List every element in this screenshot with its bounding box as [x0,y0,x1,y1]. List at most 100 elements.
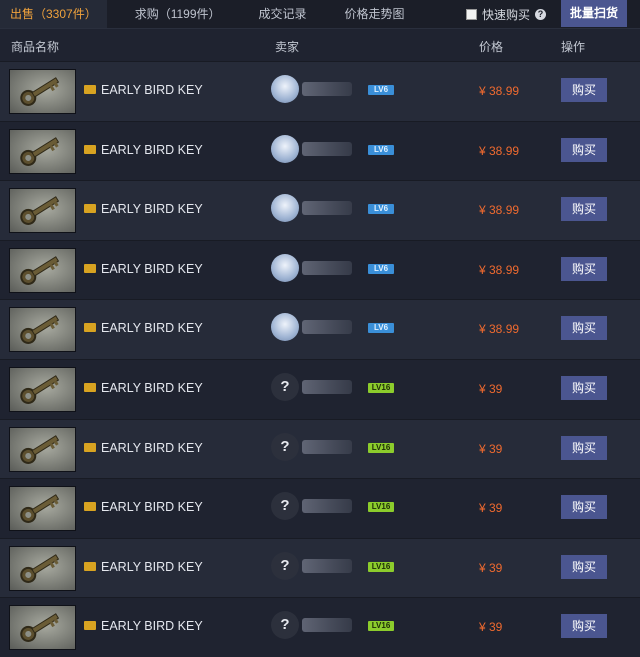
rarity-tag-icon [84,561,96,571]
tab-trade-history[interactable]: 成交记录 [249,0,317,28]
buy-button[interactable]: 购买 [561,375,607,400]
table-row: EARLY BIRD KEY LV6 ¥ 38.99 购买 [0,120,640,181]
bulk-buy-button[interactable]: 批量扫货 [561,0,627,27]
item-price: ¥ 39 [479,441,503,456]
seller-name-blurred [302,439,352,454]
seller-avatar[interactable]: ? [271,492,299,521]
seller-level-badge: LV16 [368,621,394,632]
rarity-tag-icon [84,323,96,333]
quick-buy-checkbox[interactable] [466,9,477,20]
buy-button[interactable]: 购买 [561,78,607,102]
help-icon[interactable]: ? [535,9,547,20]
key-icon [10,547,73,591]
item-name[interactable]: EARLY BIRD KEY [101,441,203,455]
buy-button[interactable]: 购买 [561,554,607,579]
seller-level-badge: LV6 [368,85,394,95]
item-name[interactable]: EARLY BIRD KEY [101,143,203,157]
table-header: 商品名称 卖家 价格 操作 [0,29,640,61]
item-name[interactable]: EARLY BIRD KEY [101,321,203,335]
key-icon [10,70,73,114]
buy-button[interactable]: 购买 [561,316,607,341]
table-row: EARLY BIRD KEY LV6 ¥ 38.99 购买 [0,61,640,121]
seller-name-blurred [302,141,352,156]
tab-price-trend[interactable]: 价格走势图 [335,0,415,28]
column-action: 操作 [561,40,586,54]
seller-avatar[interactable]: ? [271,611,299,640]
table-row: EARLY BIRD KEY? LV16 ¥ 39 购买 [0,597,640,657]
buy-button[interactable]: 购买 [561,197,607,222]
table-row: EARLY BIRD KEY? LV16 ¥ 39 购买 [0,537,640,598]
key-icon [10,249,73,293]
tab-buy-orders[interactable]: 求购（1199件） [125,0,231,28]
item-price: ¥ 39 [479,560,503,575]
seller-avatar[interactable]: ? [271,432,299,461]
item-price: ¥ 38.99 [479,143,520,158]
item-price: ¥ 38.99 [479,203,520,218]
seller-level-badge: LV16 [368,382,394,393]
table-row: EARLY BIRD KEY? LV16 ¥ 39 购买 [0,478,640,538]
key-icon [10,130,73,174]
tab-sell[interactable]: 出售（3307件） [0,0,107,28]
rarity-tag-icon [84,85,96,94]
table-row: EARLY BIRD KEY? LV16 ¥ 39 购买 [0,418,640,479]
seller-level-badge: LV6 [368,204,394,215]
top-tab-bar: 出售（3307件） 求购（1199件） 成交记录 价格走势图 快速购买 ? 批量… [0,0,640,29]
buy-button[interactable]: 购买 [561,137,607,162]
table-row: EARLY BIRD KEY? LV16 ¥ 39 购买 [0,358,640,419]
seller-level-badge: LV6 [368,144,394,155]
seller-name-blurred [302,618,352,633]
column-item: 商品名称 [11,40,60,54]
seller-name-blurred [302,558,352,573]
item-price: ¥ 38.99 [479,262,520,277]
item-price: ¥ 39 [479,381,503,396]
column-price: 价格 [479,40,504,54]
table-row: EARLY BIRD KEY LV6 ¥ 38.99 购买 [0,239,640,300]
seller-avatar[interactable] [271,194,299,223]
key-icon [10,428,73,472]
rarity-tag-icon [84,263,96,273]
seller-name-blurred [302,320,352,335]
item-name[interactable]: EARLY BIRD KEY [101,83,203,97]
rarity-tag-icon [84,144,96,154]
seller-avatar[interactable]: ? [271,551,299,580]
item-name[interactable]: EARLY BIRD KEY [101,560,203,574]
seller-name-blurred [302,260,352,275]
item-price: ¥ 38.99 [479,322,520,337]
seller-level-badge: LV6 [368,323,394,334]
buy-button[interactable]: 购买 [561,495,607,520]
seller-name-blurred [302,499,352,514]
listing-table: EARLY BIRD KEY LV6 ¥ 38.99 购买 EARLY BIRD KEY… [0,61,640,657]
seller-avatar[interactable]: ? [271,372,299,401]
rarity-tag-icon [84,502,96,512]
item-name[interactable]: EARLY BIRD KEY [101,202,203,216]
seller-level-badge: LV16 [368,502,394,513]
key-icon [10,189,73,233]
seller-avatar[interactable] [271,253,299,282]
item-name[interactable]: EARLY BIRD KEY [101,262,203,276]
seller-name-blurred [302,379,352,394]
buy-button[interactable]: 购买 [561,256,607,281]
quick-buy-toggle[interactable]: 快速购买 ? [466,6,547,23]
item-price: ¥ 38.99 [479,84,520,98]
seller-level-badge: LV16 [368,561,394,572]
key-icon [10,368,73,412]
table-row: EARLY BIRD KEY LV6 ¥ 38.99 购买 [0,180,640,240]
item-price: ¥ 39 [479,501,503,516]
item-price: ¥ 39 [479,620,503,635]
key-icon [10,308,73,352]
seller-avatar[interactable] [271,313,299,342]
item-name[interactable]: EARLY BIRD KEY [101,619,203,633]
buy-button[interactable]: 购买 [561,614,607,639]
seller-level-badge: LV16 [368,442,394,453]
item-name[interactable]: EARLY BIRD KEY [101,500,203,514]
item-name[interactable]: EARLY BIRD KEY [101,381,203,395]
seller-avatar[interactable] [271,134,299,163]
seller-level-badge: LV6 [368,263,394,274]
seller-name-blurred [302,201,352,216]
seller-avatar[interactable] [271,75,299,103]
rarity-tag-icon [84,204,96,214]
table-row: EARLY BIRD KEY LV6 ¥ 38.99 购买 [0,299,640,359]
rarity-tag-icon [84,621,96,631]
buy-button[interactable]: 购买 [561,435,607,460]
rarity-tag-icon [84,442,96,452]
